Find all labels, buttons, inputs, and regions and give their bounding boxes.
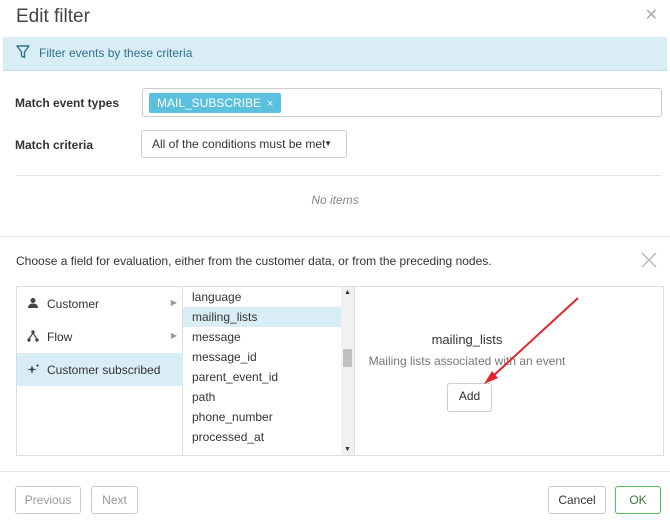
add-field-button[interactable]: Add [447, 383, 492, 412]
field-item[interactable]: message_id [183, 347, 341, 367]
field-list-scrollbar[interactable]: ▲ ▼ [341, 287, 354, 455]
source-item-label: Customer subscribed [47, 363, 161, 377]
source-item-label: Customer [47, 297, 100, 311]
flow-icon [27, 330, 39, 345]
next-button[interactable]: Next [91, 486, 138, 514]
close-icon[interactable]: ✕ [645, 5, 658, 25]
field-item[interactable]: processed_at [183, 427, 341, 447]
caret-down-icon: ▼ [324, 139, 332, 148]
footer-divider [0, 471, 670, 472]
field-detail-title: mailing_lists [431, 332, 503, 347]
field-item[interactable]: parent_event_id [183, 367, 341, 387]
close-picker-icon[interactable] [640, 251, 658, 274]
divider [16, 175, 662, 176]
field-detail: mailing_lists Mailing lists associated w… [355, 287, 663, 455]
chevron-right-icon: ▶ [170, 298, 177, 307]
field-list: language mailing_lists message message_i… [183, 287, 355, 455]
field-item[interactable]: message [183, 327, 341, 347]
source-list: Customer ▶ Flow ▶ Customer subscribed [17, 287, 183, 455]
banner-text: Filter events by these criteria [39, 46, 193, 60]
field-item-partial[interactable]: … [183, 447, 341, 455]
cancel-button[interactable]: Cancel [548, 486, 606, 514]
source-item-label: Flow [47, 330, 73, 344]
field-item[interactable]: path [183, 387, 341, 407]
match-event-types-label: Match event types [15, 96, 120, 110]
chevron-right-icon: ▶ [170, 331, 177, 340]
match-criteria-label: Match criteria [15, 138, 94, 152]
scroll-up-icon[interactable]: ▲ [344, 289, 351, 296]
ok-button[interactable]: OK [615, 486, 661, 514]
event-type-tag: MAIL_SUBSCRIBE × [149, 93, 282, 113]
divider [0, 236, 670, 237]
dialog-title: Edit filter [16, 6, 90, 27]
field-picker-panel: Customer ▶ Flow ▶ Customer subscribed la… [16, 286, 664, 456]
match-criteria-select[interactable]: All of the conditions must be met ▼ [141, 130, 347, 158]
source-item-customer-subscribed[interactable]: Customer subscribed [17, 353, 183, 386]
source-item-customer[interactable]: Customer ▶ [17, 287, 183, 320]
person-icon [27, 297, 39, 312]
previous-button[interactable]: Previous [15, 486, 81, 514]
field-picker-instruction: Choose a field for evaluation, either fr… [16, 254, 492, 268]
match-criteria-value: All of the conditions must be met [152, 137, 326, 151]
filter-icon [16, 45, 30, 64]
sparkle-icon [27, 363, 40, 379]
source-item-flow[interactable]: Flow ▶ [17, 320, 183, 353]
field-detail-description: Mailing lists associated with an event [368, 354, 566, 368]
scroll-down-icon[interactable]: ▼ [344, 446, 351, 453]
field-item[interactable]: phone_number [183, 407, 341, 427]
info-banner: Filter events by these criteria [3, 37, 667, 71]
event-type-tag-label: MAIL_SUBSCRIBE [157, 96, 262, 110]
empty-conditions-text: No items [311, 193, 359, 207]
event-types-input[interactable]: MAIL_SUBSCRIBE × [142, 88, 662, 117]
field-item-selected[interactable]: mailing_lists [183, 307, 341, 327]
tag-remove-icon[interactable]: × [267, 98, 273, 110]
field-item[interactable]: language [183, 287, 341, 307]
scrollbar-thumb[interactable] [343, 349, 352, 367]
